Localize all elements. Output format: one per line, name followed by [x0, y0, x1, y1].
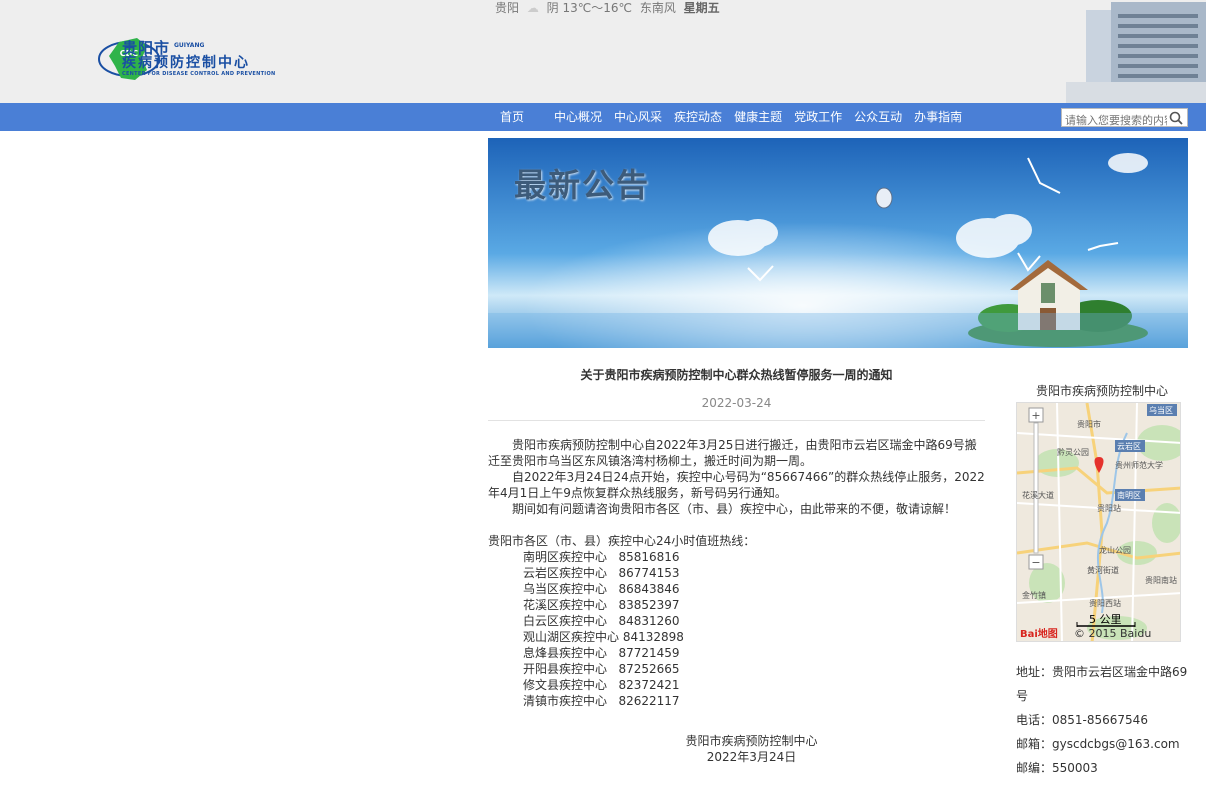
map-label: 南明区 — [1117, 490, 1141, 500]
hotline-row: 花溪区疾控中心 83852397 — [488, 597, 985, 613]
hotline-row: 白云区疾控中心 84831260 — [488, 613, 985, 629]
search-input[interactable] — [1062, 112, 1167, 129]
page: 贵阳 ☁ 阴 13℃～16℃ 东南风 星期五 CDC 贵阳市 GUIYANG 疾… — [0, 0, 1206, 793]
map-label: 贵阳站 — [1097, 503, 1121, 513]
logo-name-cn: 疾病预防控制中心 — [122, 55, 250, 71]
logo-city-en: GUIYANG — [174, 42, 205, 49]
hotline-name: 修文县疾控中心 — [523, 678, 608, 692]
hotline-name: 乌当区疾控中心 — [523, 582, 608, 596]
hotline-phone: 84831260 — [618, 614, 680, 628]
hotline-row: 息烽县疾控中心 87721459 — [488, 645, 985, 661]
article-paragraph-1: 贵阳市疾病预防控制中心自2022年3月25日进行搬迁，由贵阳市云岩区瑞金中路69… — [488, 438, 977, 468]
svg-text:−: − — [1031, 556, 1040, 569]
weather-wind: 东南风 — [639, 1, 676, 15]
map-label: 贵阳市 — [1077, 419, 1101, 429]
signature-org: 贵阳市疾病预防控制中心 — [685, 734, 818, 748]
contact-address: 地址：贵阳市云岩区瑞金中路69号 — [1016, 665, 1188, 703]
map-label: 贵阳南站 — [1145, 575, 1177, 585]
nav-item[interactable]: 疾控动态 — [668, 103, 728, 131]
weather-city: 贵阳 — [495, 1, 520, 15]
hotline-name: 清镇市疾控中心 — [523, 694, 608, 708]
hotline-name: 云岩区疾控中心 — [523, 566, 608, 580]
contact-postcode: 邮编：550003 — [1016, 761, 1098, 775]
weather-bar: 贵阳 ☁ 阴 13℃～16℃ 东南风 星期五 — [495, 0, 724, 16]
svg-text:+: + — [1031, 409, 1040, 422]
hotline-phone: 86774153 — [618, 566, 680, 580]
nav-item[interactable]: 中心风采 — [608, 103, 668, 131]
article-paragraph-3: 期间如有问题请咨询贵阳市各区（市、县）疾控中心，由此带来的不便，敬请谅解！ — [512, 502, 957, 516]
nav-item[interactable]: 党政工作 — [788, 103, 848, 131]
hotline-phone: 83852397 — [618, 598, 680, 612]
weather-icon: ☁ — [526, 1, 539, 15]
hotline-name: 开阳县疾控中心 — [523, 662, 608, 676]
contact-info: 地址：贵阳市云岩区瑞金中路69号 电话：0851-85667546 邮箱：gys… — [1016, 660, 1196, 780]
article-body: 贵阳市疾病预防控制中心自2022年3月25日进行搬迁，由贵阳市云岩区瑞金中路69… — [488, 437, 985, 765]
building-image — [1056, 0, 1206, 103]
map-scale: 5 公里 — [1089, 613, 1122, 626]
hotline-row: 云岩区疾控中心 86774153 — [488, 565, 985, 581]
hotline-name: 白云区疾控中心 — [523, 614, 608, 628]
hotline-row: 开阳县疾控中心 87252665 — [488, 661, 985, 677]
hotline-name: 观山湖区疾控中心 — [523, 630, 620, 644]
map-title: 贵阳市疾病预防控制中心 — [1035, 384, 1168, 398]
contact-email: 邮箱：gyscdcbgs@163.com — [1016, 737, 1180, 751]
hotline-row: 清镇市疾控中心 82622117 — [488, 693, 985, 709]
hotline-phone: 87721459 — [618, 646, 680, 660]
hotline-row: 乌当区疾控中心 86843846 — [488, 581, 985, 597]
site-header: 贵阳 ☁ 阴 13℃～16℃ 东南风 星期五 CDC 贵阳市 GUIYANG 疾… — [0, 0, 1206, 103]
map-label: 云岩区 — [1117, 441, 1141, 451]
weather-weekday: 星期五 — [683, 1, 720, 15]
main-nav: 首页 中心概况 中心风采 疾控动态 健康主题 党政工作 公众互动 办事指南 — [0, 103, 1206, 131]
map-label: 金竹镇 — [1022, 590, 1046, 600]
hotline-row: 南明区疾控中心 85816816 — [488, 549, 985, 565]
hotline-phone: 82372421 — [618, 678, 680, 692]
logo-name-en: CENTER FOR DISEASE CONTROL AND PREVENTIO… — [122, 71, 276, 77]
hotline-row: 修文县疾控中心 82372421 — [488, 677, 985, 693]
hotline-name: 息烽县疾控中心 — [523, 646, 608, 660]
article-title: 关于贵阳市疾病预防控制中心群众热线暂停服务一周的通知 — [580, 368, 893, 382]
map-label: 贵州师范大学 — [1115, 460, 1163, 470]
banner-title: 最新公告 — [514, 166, 651, 204]
article-paragraph-2: 自2022年3月24日24点开始，疾控中心号码为“85667466”的群众热线停… — [488, 470, 985, 500]
hotline-phone: 86843846 — [618, 582, 680, 596]
hotline-name: 花溪区疾控中心 — [523, 598, 608, 612]
announcement-banner: 最新公告 — [488, 138, 1188, 348]
hotline-list: 南明区疾控中心 85816816 云岩区疾控中心 86774153 乌当区疾控中心 … — [488, 549, 985, 709]
search-icon[interactable] — [1168, 110, 1184, 126]
hotline-phone: 85816816 — [618, 550, 680, 564]
signature-date: 2022年3月24日 — [706, 750, 797, 764]
baidu-map-logo: Bai地图 — [1020, 627, 1058, 640]
hotline-phone: 84132898 — [622, 630, 684, 644]
map-label: 贵阳西站 — [1089, 598, 1121, 608]
article-date: 2022-03-24 — [701, 396, 772, 410]
weather-condition: 阴 13℃～16℃ — [546, 1, 632, 15]
map-canvas[interactable]: + − 乌当区云岩区南明区 贵阳市黔灵公园贵州师范大学花溪大道贵阳站龙山公园贵阳南… — [1017, 403, 1181, 642]
nav-item[interactable]: 首页 — [494, 103, 530, 131]
nav-item[interactable]: 办事指南 — [908, 103, 968, 131]
map-label: 黔灵公园 — [1057, 447, 1089, 457]
map-label: 乌当区 — [1149, 405, 1173, 415]
nav-item[interactable]: 中心概况 — [548, 103, 608, 131]
hotline-name: 南明区疾控中心 — [523, 550, 608, 564]
article-divider — [488, 420, 985, 421]
article-signature: 贵阳市疾病预防控制中心 2022年3月24日 — [488, 733, 985, 765]
map-label: 花溪大道 — [1022, 490, 1054, 500]
hotline-phone: 82622117 — [618, 694, 680, 708]
contact-phone: 电话：0851-85667546 — [1016, 713, 1148, 727]
map-label: 黄河街道 — [1087, 565, 1119, 575]
nav-item[interactable]: 健康主题 — [728, 103, 788, 131]
hotline-title: 贵阳市各区（市、县）疾控中心24小时值班热线： — [488, 534, 756, 548]
map-copyright: © 2015 Baidu — [1074, 627, 1151, 640]
hotline-row: 观山湖区疾控中心 84132898 — [488, 629, 985, 645]
hotline-phone: 87252665 — [618, 662, 680, 676]
nav-items: 首页 中心概况 中心风采 疾控动态 健康主题 党政工作 公众互动 办事指南 — [494, 103, 968, 131]
article: 关于贵阳市疾病预防控制中心群众热线暂停服务一周的通知 2022-03-24 贵阳… — [488, 360, 985, 765]
map-label: 龙山公园 — [1099, 545, 1131, 555]
search-box[interactable] — [1061, 108, 1188, 129]
location-map[interactable]: + − 乌当区云岩区南明区 贵阳市黔灵公园贵州师范大学花溪大道贵阳站龙山公园贵阳南… — [1016, 402, 1181, 642]
nav-item[interactable]: 公众互动 — [848, 103, 908, 131]
